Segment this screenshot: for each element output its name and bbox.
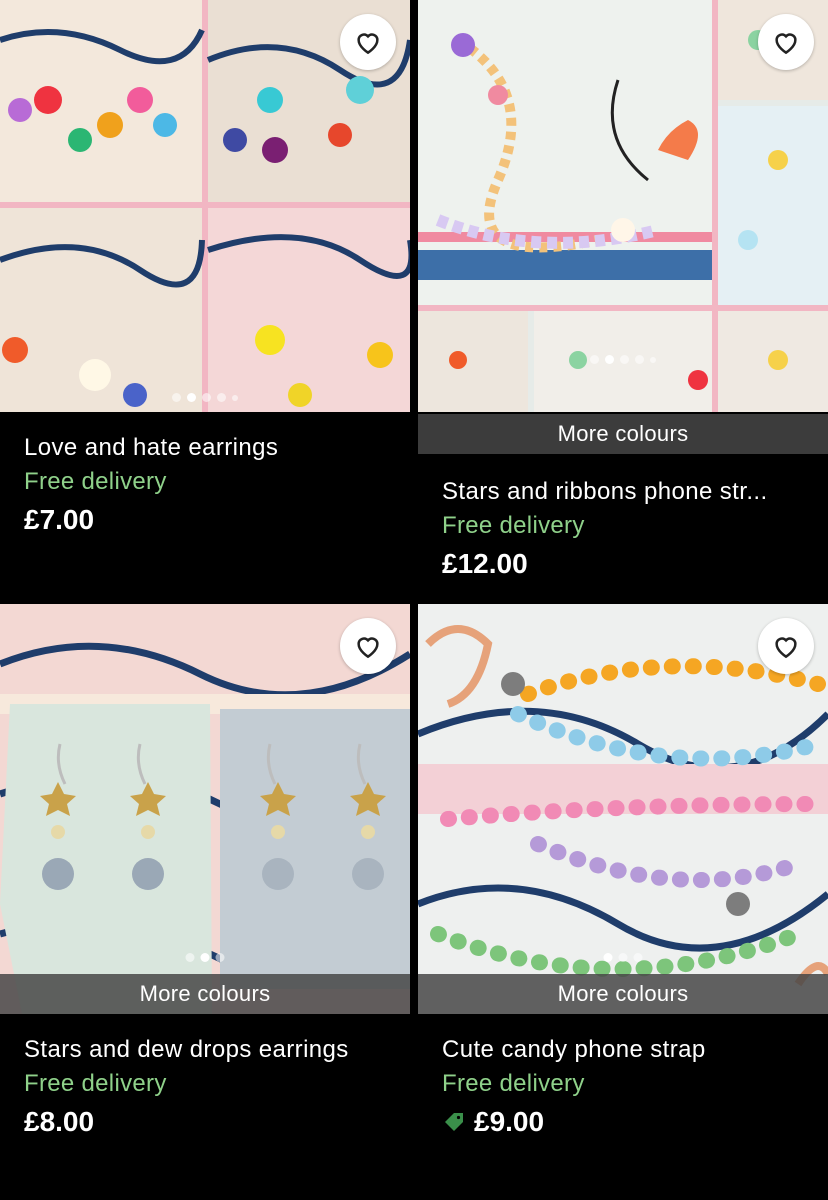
listing-title[interactable]: Love and hate earrings [24,434,386,462]
heart-outline-icon [775,637,797,659]
favourite-button[interactable] [340,618,396,674]
listing-card[interactable]: Love and hate earrings Free delivery £7.… [0,0,410,536]
carousel-dot [232,394,238,401]
carousel-dot [590,355,599,364]
listing-image[interactable] [0,0,410,412]
listing-title[interactable]: Cute candy phone strap [442,1036,804,1064]
heart-outline-icon [357,33,379,55]
listing-title[interactable]: Stars and ribbons phone str... [442,478,804,506]
favourite-button[interactable] [340,14,396,70]
favourite-button[interactable] [758,618,814,674]
price-value: £9.00 [474,1106,545,1137]
carousel-dot [633,953,643,962]
listing-price: £7.00 [24,504,386,536]
delivery-label: Free delivery [24,1070,167,1097]
listing-card[interactable]: More colours Stars and ribbons phone str… [418,0,828,580]
listing-price: £8.00 [24,1106,386,1138]
carousel-dot [200,953,210,962]
heart-outline-icon [775,33,797,55]
more-colours-banner[interactable]: More colours [418,414,828,454]
carousel-dot [215,953,225,962]
carousel-dot [202,393,211,402]
carousel-dot [603,953,613,962]
listing-image[interactable]: More colours [0,604,410,1014]
carousel-dot [217,393,226,402]
price-value: £12.00 [442,548,528,579]
image-carousel-dots [172,393,238,402]
heart-outline-icon [357,637,379,659]
listing-price: £9.00 [442,1106,804,1138]
listing-image[interactable] [418,0,828,412]
carousel-dot [618,953,628,962]
listing-card[interactable]: More colours Cute candy phone strap Free… [418,604,828,1138]
listing-card[interactable]: More colours Stars and dew drops earring… [0,604,410,1138]
image-carousel-dots [590,355,656,364]
carousel-dot [605,355,614,364]
favourite-button[interactable] [758,14,814,70]
price-value: £8.00 [24,1106,95,1137]
image-carousel-dots [603,953,643,962]
carousel-dot [650,356,656,363]
carousel-dot [635,355,644,364]
delivery-label: Free delivery [24,468,167,495]
carousel-dot [172,393,181,402]
carousel-dot [187,393,196,402]
listing-title[interactable]: Stars and dew drops earrings [24,1036,386,1064]
delivery-label: Free delivery [442,512,585,539]
price-tag-icon [442,1110,466,1134]
image-carousel-dots [185,953,225,962]
more-colours-banner[interactable]: More colours [418,974,828,1014]
price-value: £7.00 [24,504,95,535]
more-colours-banner[interactable]: More colours [0,974,410,1014]
listing-image[interactable]: More colours [418,604,828,1014]
carousel-dot [185,953,195,962]
delivery-label: Free delivery [442,1070,585,1097]
listing-price: £12.00 [442,548,804,580]
carousel-dot [620,355,629,364]
